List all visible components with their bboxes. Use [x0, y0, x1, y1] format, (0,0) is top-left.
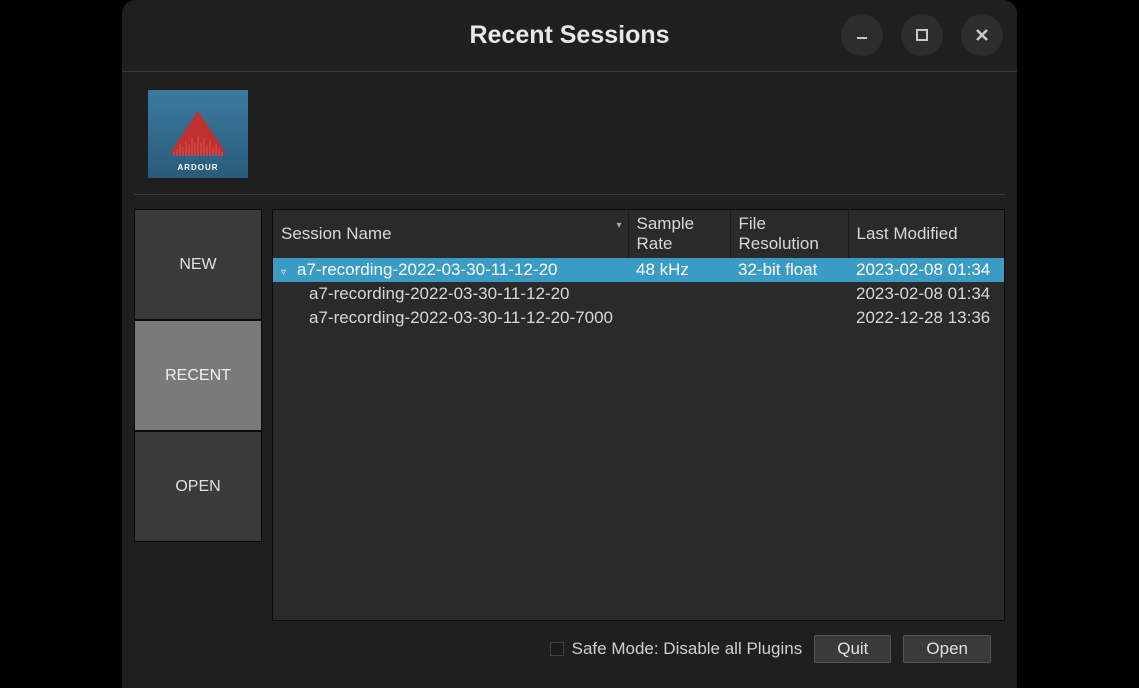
safemode-label: Safe Mode: Disable all Plugins [572, 639, 803, 659]
column-header-name-label: Session Name [281, 224, 392, 243]
cell-sample-rate: 48 kHz [628, 258, 730, 282]
column-header-modified[interactable]: Last Modified [848, 210, 1004, 258]
expand-down-icon[interactable]: ▿ [281, 267, 291, 278]
cell-last-modified: 2023-02-08 01:34 [848, 258, 1004, 282]
safemode-checkbox[interactable] [550, 642, 564, 656]
cell-file-resolution [730, 306, 848, 330]
cell-session-name: ▿ a7-recording-2022-03-30-11-12-20 [273, 258, 628, 282]
table-row[interactable]: a7-recording-2022-03-30-11-12-20 2023-02… [273, 282, 1004, 306]
column-header-resolution[interactable]: File Resolution [730, 210, 848, 258]
app-logo: ARDOUR [148, 90, 248, 178]
sidebar: NEW RECENT OPEN [134, 209, 262, 621]
table-header-row: Session Name ▾ Sample Rate File Resoluti… [273, 210, 1004, 258]
close-button[interactable] [961, 14, 1003, 56]
new-session-button[interactable]: NEW [134, 209, 262, 320]
maximize-button[interactable] [901, 14, 943, 56]
main-area: NEW RECENT OPEN Session Name ▾ Sample Ra… [134, 209, 1005, 621]
cell-sample-rate [628, 282, 730, 306]
open-session-button[interactable]: OPEN [134, 431, 262, 542]
maximize-icon [914, 27, 930, 43]
logo-waveform-icon [173, 136, 223, 156]
window-title: Recent Sessions [469, 21, 669, 50]
column-header-name[interactable]: Session Name ▾ [273, 210, 628, 258]
dialog-window: Recent Sessions ARDOUR [122, 0, 1017, 688]
recent-session-button[interactable]: RECENT [134, 320, 262, 431]
session-name-text: a7-recording-2022-03-30-11-12-20 [297, 260, 558, 279]
dialog-content: ARDOUR NEW RECENT OPEN Session Name ▾ [122, 72, 1017, 673]
minimize-button[interactable] [841, 14, 883, 56]
close-icon [974, 27, 990, 43]
dialog-footer: Safe Mode: Disable all Plugins Quit Open [134, 621, 1005, 663]
cell-last-modified: 2023-02-08 01:34 [848, 282, 1004, 306]
column-header-rate[interactable]: Sample Rate [628, 210, 730, 258]
open-button[interactable]: Open [903, 635, 991, 663]
cell-session-name: a7-recording-2022-03-30-11-12-20-7000 [273, 306, 628, 330]
minimize-icon [854, 27, 870, 43]
safemode-option[interactable]: Safe Mode: Disable all Plugins [550, 639, 803, 659]
logo-text: ARDOUR [177, 163, 218, 172]
cell-last-modified: 2022-12-28 13:36 [848, 306, 1004, 330]
cell-file-resolution: 32-bit float [730, 258, 848, 282]
sort-descending-icon: ▾ [616, 220, 621, 231]
sessions-table[interactable]: Session Name ▾ Sample Rate File Resoluti… [272, 209, 1005, 621]
logo-area: ARDOUR [134, 90, 1005, 195]
window-controls [841, 14, 1003, 56]
table-row[interactable]: a7-recording-2022-03-30-11-12-20-7000 20… [273, 306, 1004, 330]
table-row[interactable]: ▿ a7-recording-2022-03-30-11-12-20 48 kHz… [273, 258, 1004, 282]
cell-sample-rate [628, 306, 730, 330]
titlebar: Recent Sessions [122, 0, 1017, 72]
quit-button[interactable]: Quit [814, 635, 891, 663]
cell-file-resolution [730, 282, 848, 306]
cell-session-name: a7-recording-2022-03-30-11-12-20 [273, 282, 628, 306]
